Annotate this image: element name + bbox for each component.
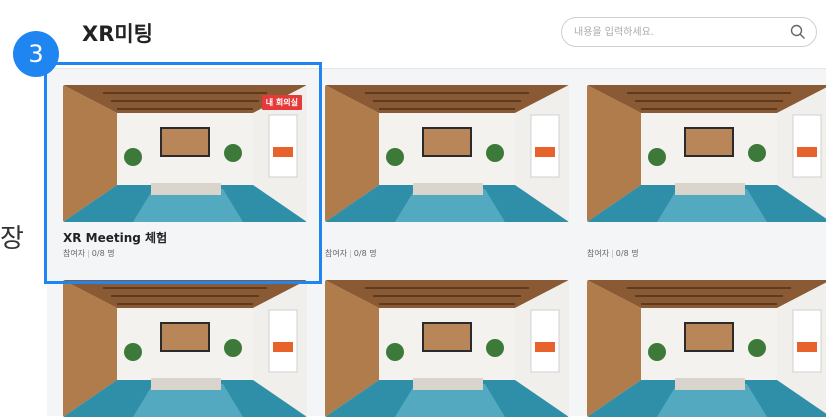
room-thumbnail[interactable] [325, 85, 569, 222]
participants-count: 0/8 명 [353, 249, 377, 258]
room-participants: 참여자 | 0/8 명 [587, 248, 639, 259]
side-text: 장 [0, 224, 24, 254]
search-input[interactable] [574, 24, 774, 40]
separator: | [611, 249, 614, 258]
room-thumbnail[interactable] [587, 280, 826, 417]
meeting-room-image [587, 280, 826, 417]
meeting-room-image [63, 280, 307, 417]
participants-label: 참여자 [325, 249, 348, 258]
participants-label: 참여자 [587, 249, 610, 258]
meeting-room-image [325, 85, 569, 222]
room-participants: 참여자 | 0/8 명 [325, 248, 377, 259]
tutorial-highlight-box [44, 62, 322, 284]
participants-count: 0/8 명 [615, 249, 639, 258]
search-icon[interactable] [790, 24, 806, 40]
step-number-marker: 3 [13, 31, 59, 77]
meeting-room-image [325, 280, 569, 417]
room-thumbnail[interactable] [587, 85, 826, 222]
page-title: XR미팅 [82, 22, 154, 46]
search-box[interactable] [561, 17, 817, 47]
room-thumbnail[interactable] [325, 280, 569, 417]
room-thumbnail[interactable] [63, 280, 307, 417]
separator: | [349, 249, 352, 258]
meeting-room-image [587, 85, 826, 222]
